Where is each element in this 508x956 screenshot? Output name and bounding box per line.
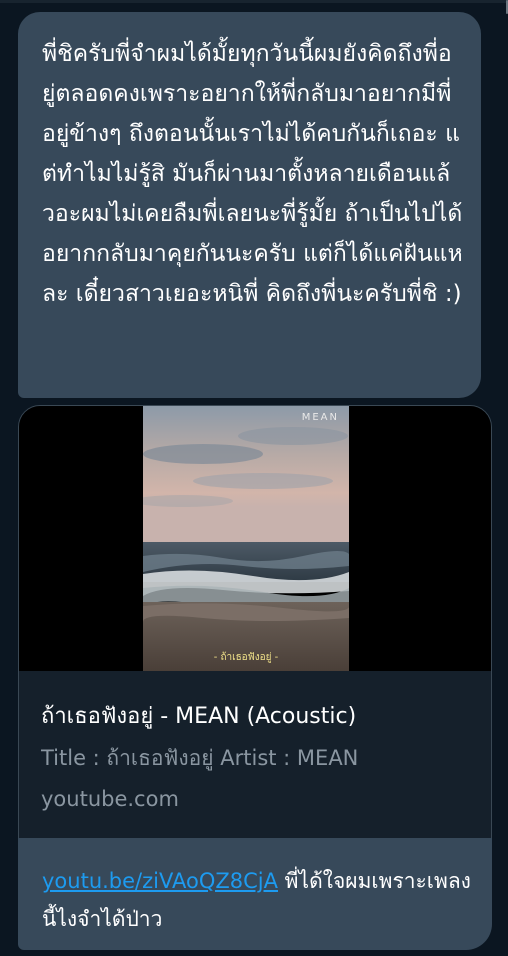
card-title: ถ้าเธอฟังอยู่ - MEAN (Acoustic): [41, 704, 357, 729]
thumbnail-image: MEAN - ถ้าเธอฟังอยู่ -: [143, 406, 349, 671]
youtube-link[interactable]: youtu.be/ziVAoQZ8CjA: [42, 869, 278, 893]
card-description: Title : ถ้าเธอฟังอยู่ Artist : MEAN: [41, 746, 359, 770]
thumbnail-watermark: MEAN: [301, 412, 339, 423]
reply-bubble[interactable]: youtu.be/ziVAoQZ8CjA พี่ได้ใจผมเพราะเพลง…: [18, 838, 492, 950]
card-domain: youtube.com: [41, 787, 179, 811]
reply-text-block: youtu.be/ziVAoQZ8CjA พี่ได้ใจผมเพราะเพลง…: [42, 862, 472, 938]
link-preview-card[interactable]: MEAN - ถ้าเธอฟังอยู่ - ถ้าเธอฟังอยู่ - M…: [18, 405, 492, 839]
message-bubble[interactable]: พี่ชิครับพี่จำผมได้มั้ยทุกวันนี้ผมยังคิด…: [18, 12, 481, 398]
top-divider: [0, 0, 508, 3]
video-thumbnail[interactable]: MEAN - ถ้าเธอฟังอยู่ -: [19, 406, 491, 671]
message-text: พี่ชิครับพี่จำผมได้มั้ยทุกวันนี้ผมยังคิด…: [42, 41, 463, 307]
thumbnail-caption: - ถ้าเธอฟังอยู่ -: [213, 652, 279, 663]
